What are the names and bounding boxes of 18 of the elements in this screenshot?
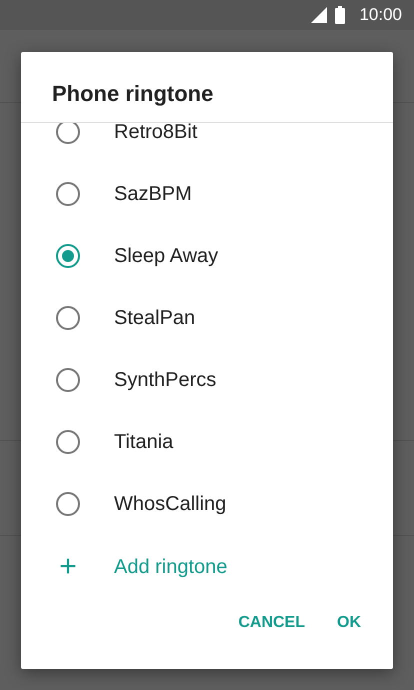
ringtone-option[interactable]: Sleep Away <box>21 225 393 287</box>
ringtone-option[interactable]: WhosCalling <box>21 473 393 535</box>
ringtone-option[interactable]: Titania <box>21 411 393 473</box>
ringtone-option[interactable]: Retro8Bit <box>21 123 393 163</box>
radio-button[interactable] <box>56 430 80 454</box>
radio-button[interactable] <box>56 368 80 392</box>
battery-icon <box>335 6 346 24</box>
signal-icon <box>311 7 328 23</box>
radio-button[interactable] <box>56 492 80 516</box>
dialog-title: Phone ringtone <box>51 80 214 108</box>
radio-button[interactable] <box>56 123 80 144</box>
ringtone-option[interactable]: StealPan <box>21 287 393 349</box>
radio-button[interactable] <box>56 182 80 206</box>
radio-button[interactable] <box>56 306 80 330</box>
ringtone-option[interactable]: SynthPercs <box>21 349 393 411</box>
radio-button[interactable] <box>56 244 80 268</box>
clock-time: 10:00 <box>359 5 402 25</box>
ringtone-option[interactable]: SazBPM <box>21 163 393 225</box>
